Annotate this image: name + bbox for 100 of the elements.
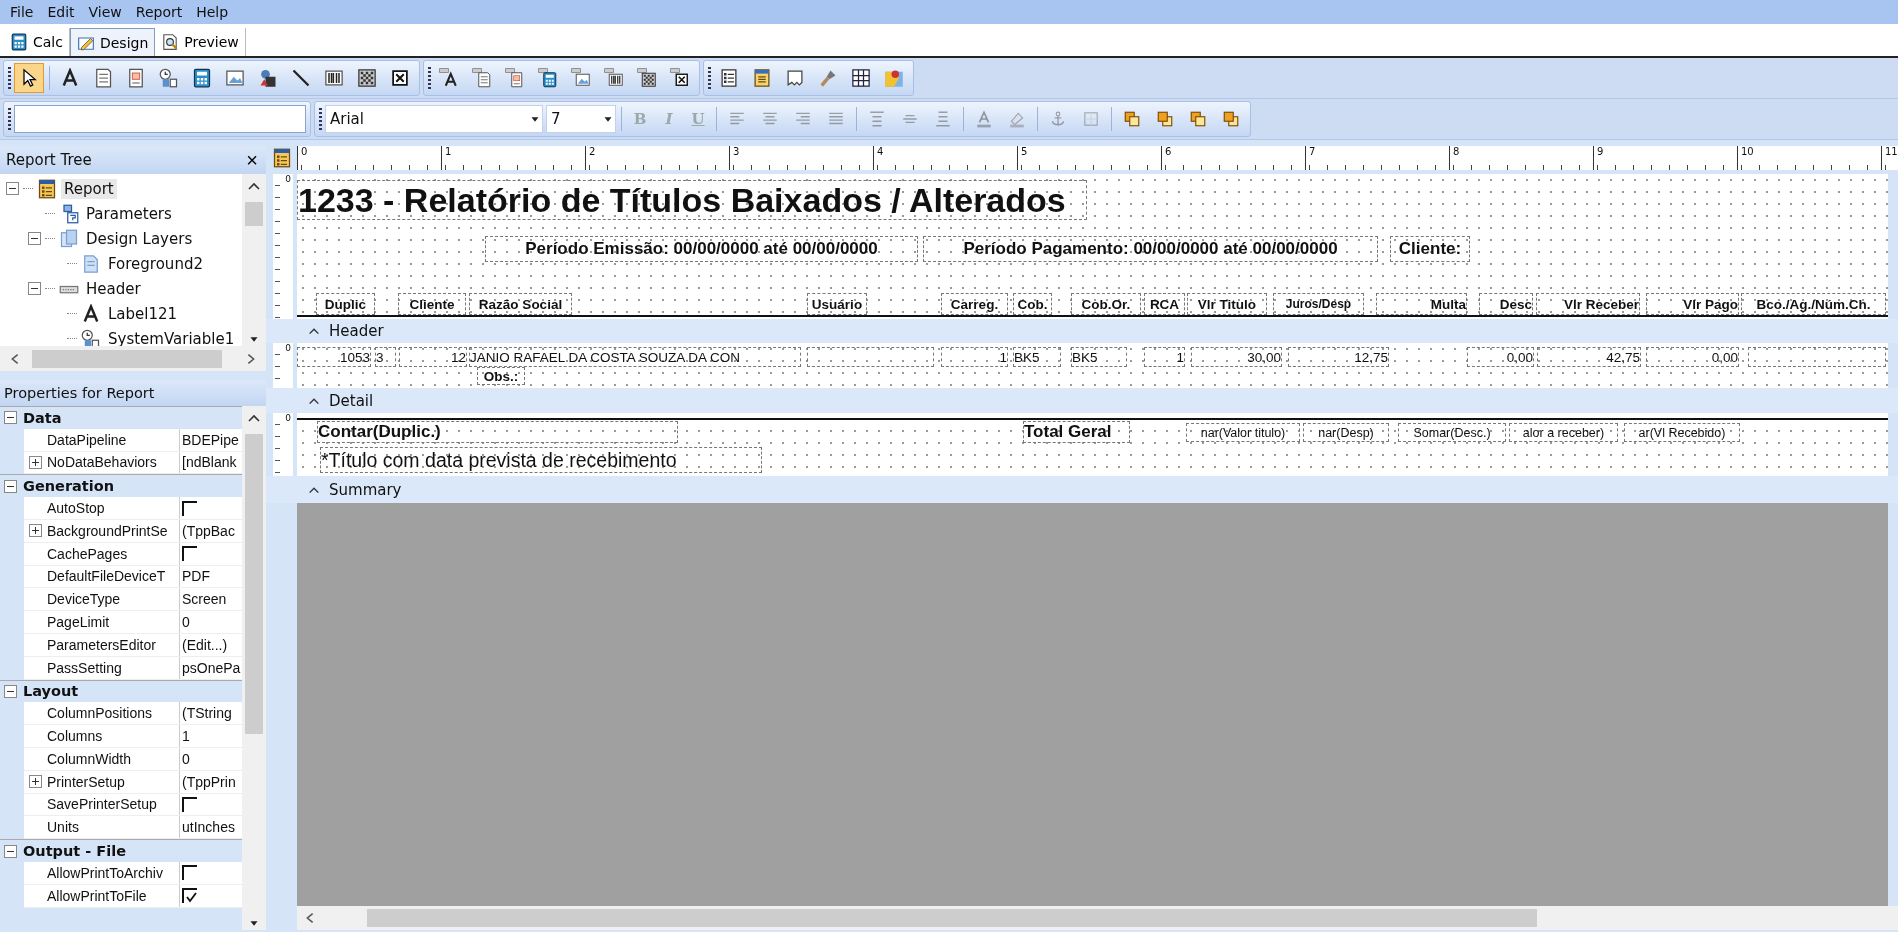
calc-field[interactable]: ar(Vl Recebido) bbox=[1624, 423, 1740, 442]
tab[interactable]: Preview bbox=[155, 28, 246, 56]
property-value[interactable]: 0 bbox=[182, 614, 190, 631]
collapse-icon[interactable] bbox=[4, 844, 17, 858]
column-header[interactable]: Duplic bbox=[316, 293, 375, 315]
menu-item[interactable]: Report bbox=[135, 4, 183, 20]
scrollbar-thumb[interactable] bbox=[367, 909, 1537, 927]
calc-field[interactable]: alor a receber) bbox=[1509, 423, 1618, 442]
column-header[interactable]: Cliente bbox=[398, 293, 466, 315]
menu-item[interactable]: Edit bbox=[47, 4, 75, 20]
column-header[interactable]: Vlr Receber bbox=[1536, 293, 1640, 315]
collapse-icon[interactable] bbox=[28, 282, 41, 295]
menu-item[interactable]: File bbox=[10, 4, 34, 20]
data-field[interactable]: 12,75 bbox=[1288, 347, 1389, 367]
ruler: 0 bbox=[273, 174, 293, 319]
column-header[interactable]: RCA bbox=[1144, 293, 1185, 315]
collapse-icon[interactable] bbox=[6, 182, 19, 195]
property-value[interactable]: 0 bbox=[182, 750, 190, 767]
column-header[interactable]: Multa bbox=[1376, 293, 1467, 315]
report-icon[interactable] bbox=[271, 148, 292, 168]
data-field[interactable]: BK5 bbox=[1071, 347, 1127, 367]
tab[interactable]: Calc bbox=[4, 28, 70, 56]
tree-item[interactable]: Report bbox=[61, 178, 117, 199]
menu-item[interactable]: Help bbox=[196, 4, 229, 20]
data-field[interactable]: 42,75 bbox=[1537, 347, 1641, 367]
menu-item[interactable]: View bbox=[88, 4, 122, 20]
data-field[interactable] bbox=[807, 347, 934, 367]
close-button[interactable]: × bbox=[246, 148, 258, 172]
checkbox[interactable] bbox=[182, 796, 197, 812]
data-field[interactable]: 0,00 bbox=[1467, 347, 1534, 367]
property-value[interactable]: (TppBac bbox=[182, 522, 235, 539]
column-header[interactable]: Cob.Or. bbox=[1071, 293, 1141, 315]
data-field[interactable]: 3 bbox=[375, 347, 396, 367]
report-label[interactable]: Cliente: bbox=[1390, 236, 1470, 262]
tool-button[interactable] bbox=[14, 63, 44, 93]
property-value[interactable]: [ndBlank bbox=[182, 454, 237, 471]
total-label[interactable]: Contar(Duplic.) bbox=[317, 421, 678, 443]
checkbox[interactable] bbox=[182, 500, 197, 516]
expand-icon[interactable] bbox=[28, 775, 42, 789]
scrollbar-thumb[interactable] bbox=[245, 434, 263, 734]
column-header[interactable]: Vlr Titulo bbox=[1187, 293, 1267, 315]
scrollbar-thumb[interactable] bbox=[32, 349, 222, 368]
checkbox[interactable] bbox=[182, 888, 197, 904]
property-value[interactable]: Screen bbox=[182, 591, 227, 608]
property-value[interactable]: PDF bbox=[182, 568, 210, 585]
input-field[interactable] bbox=[14, 105, 306, 133]
property-value[interactable]: (TString bbox=[182, 705, 232, 722]
ruler: 0 bbox=[273, 343, 293, 388]
tree-item[interactable]: Design Layers bbox=[83, 228, 196, 249]
data-field[interactable]: JANIO RAFAEL DA COSTA SOUZA DA CON bbox=[469, 347, 801, 367]
scrollbar-thumb[interactable] bbox=[245, 202, 263, 226]
expand-icon[interactable] bbox=[28, 524, 42, 538]
collapse-icon[interactable] bbox=[4, 479, 17, 493]
property-value[interactable]: (TppPrin bbox=[182, 773, 236, 790]
memo-icon bbox=[93, 68, 113, 88]
expand-icon[interactable] bbox=[28, 456, 42, 469]
data-field[interactable] bbox=[1748, 347, 1886, 367]
footnote-label[interactable]: *Título com data prevista de recebimento bbox=[320, 447, 762, 473]
column-header[interactable]: Obs.: bbox=[477, 367, 525, 385]
column-header[interactable]: Bco./Ag./Núm.Ch. bbox=[1741, 293, 1886, 315]
column-header[interactable]: Desc bbox=[1479, 293, 1533, 315]
checkbox[interactable] bbox=[182, 546, 197, 562]
tree-item[interactable]: Header bbox=[83, 278, 144, 299]
column-header[interactable]: Carreg. bbox=[941, 293, 1008, 315]
checkbox[interactable] bbox=[182, 865, 197, 881]
collapse-icon[interactable] bbox=[4, 411, 17, 425]
tree-item[interactable]: Label121 bbox=[105, 303, 181, 324]
property-value[interactable]: psOnePa bbox=[182, 659, 241, 676]
data-field[interactable]: 12 bbox=[399, 347, 467, 367]
report-label[interactable]: Período Emissão: 00/00/0000 até 00/00/0000 bbox=[485, 236, 918, 262]
report-label[interactable]: Período Pagamento: 00/00/0000 até 00/00/0000 bbox=[923, 236, 1378, 262]
column-header[interactable]: Usuário bbox=[807, 293, 867, 315]
collapse-icon[interactable] bbox=[28, 232, 41, 245]
data-field[interactable]: 0,00 bbox=[1646, 347, 1739, 367]
calc-field[interactable]: nar(Valor titulo) bbox=[1186, 423, 1300, 442]
total-label[interactable]: Total Geral bbox=[1023, 421, 1130, 443]
tree-item[interactable]: Foreground2 bbox=[105, 253, 206, 274]
tree-item[interactable]: SystemVariable1 bbox=[105, 328, 238, 346]
report-title[interactable]: 1233 - Relatório de Títulos Baixados / Alterados bbox=[297, 180, 1087, 220]
tab[interactable]: Design bbox=[69, 28, 156, 56]
column-header[interactable]: Cob. bbox=[1013, 293, 1052, 315]
calc-field[interactable]: Somar(Desc.) bbox=[1398, 423, 1506, 442]
data-field[interactable]: 1053 bbox=[297, 347, 371, 367]
data-field[interactable]: 30,00 bbox=[1191, 347, 1282, 367]
property-name: AllowPrintToArchiv bbox=[46, 861, 180, 884]
property-value[interactable]: (Edit...) bbox=[182, 636, 228, 653]
property-value[interactable]: BDEPipe bbox=[182, 431, 239, 448]
data-field[interactable]: BK5 bbox=[1013, 347, 1061, 367]
column-header[interactable]: Vlr Pago bbox=[1646, 293, 1739, 315]
property-value[interactable]: utInches bbox=[182, 819, 235, 836]
calc-field[interactable]: nar(Desp) bbox=[1303, 423, 1389, 442]
property-value[interactable]: 1 bbox=[182, 728, 190, 745]
bring-forward-icon bbox=[1189, 110, 1207, 128]
data-field[interactable]: 1 bbox=[1144, 347, 1185, 367]
column-header[interactable]: Razão Social bbox=[469, 293, 572, 315]
collapse-icon[interactable] bbox=[4, 684, 17, 698]
calculator-icon bbox=[10, 33, 28, 51]
data-field[interactable]: 1 bbox=[941, 347, 1008, 367]
column-header[interactable]: Juros/Desp bbox=[1273, 293, 1364, 315]
tree-item[interactable]: Parameters bbox=[83, 203, 175, 224]
